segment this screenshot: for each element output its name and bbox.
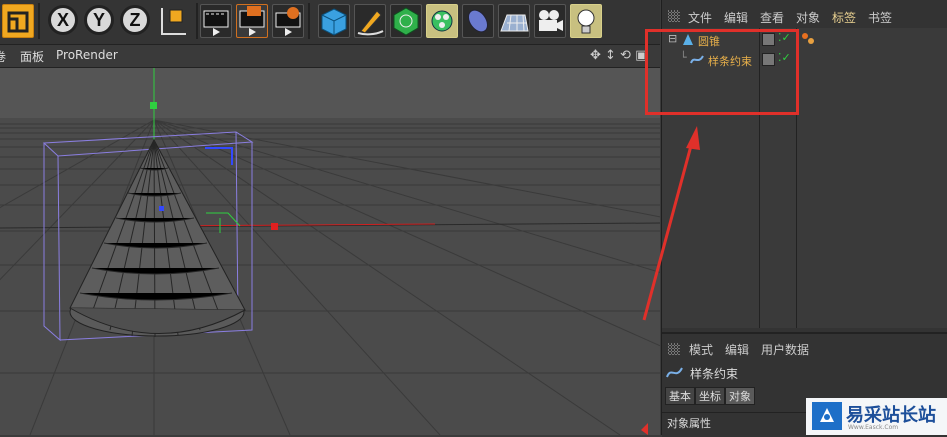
watermark: 易采站长站 Www.Easck.Com [806, 398, 947, 435]
watermark-logo-icon [812, 402, 842, 430]
annotation-arrow [641, 126, 700, 435]
watermark-subtext: Www.Easck.Com [848, 424, 899, 431]
